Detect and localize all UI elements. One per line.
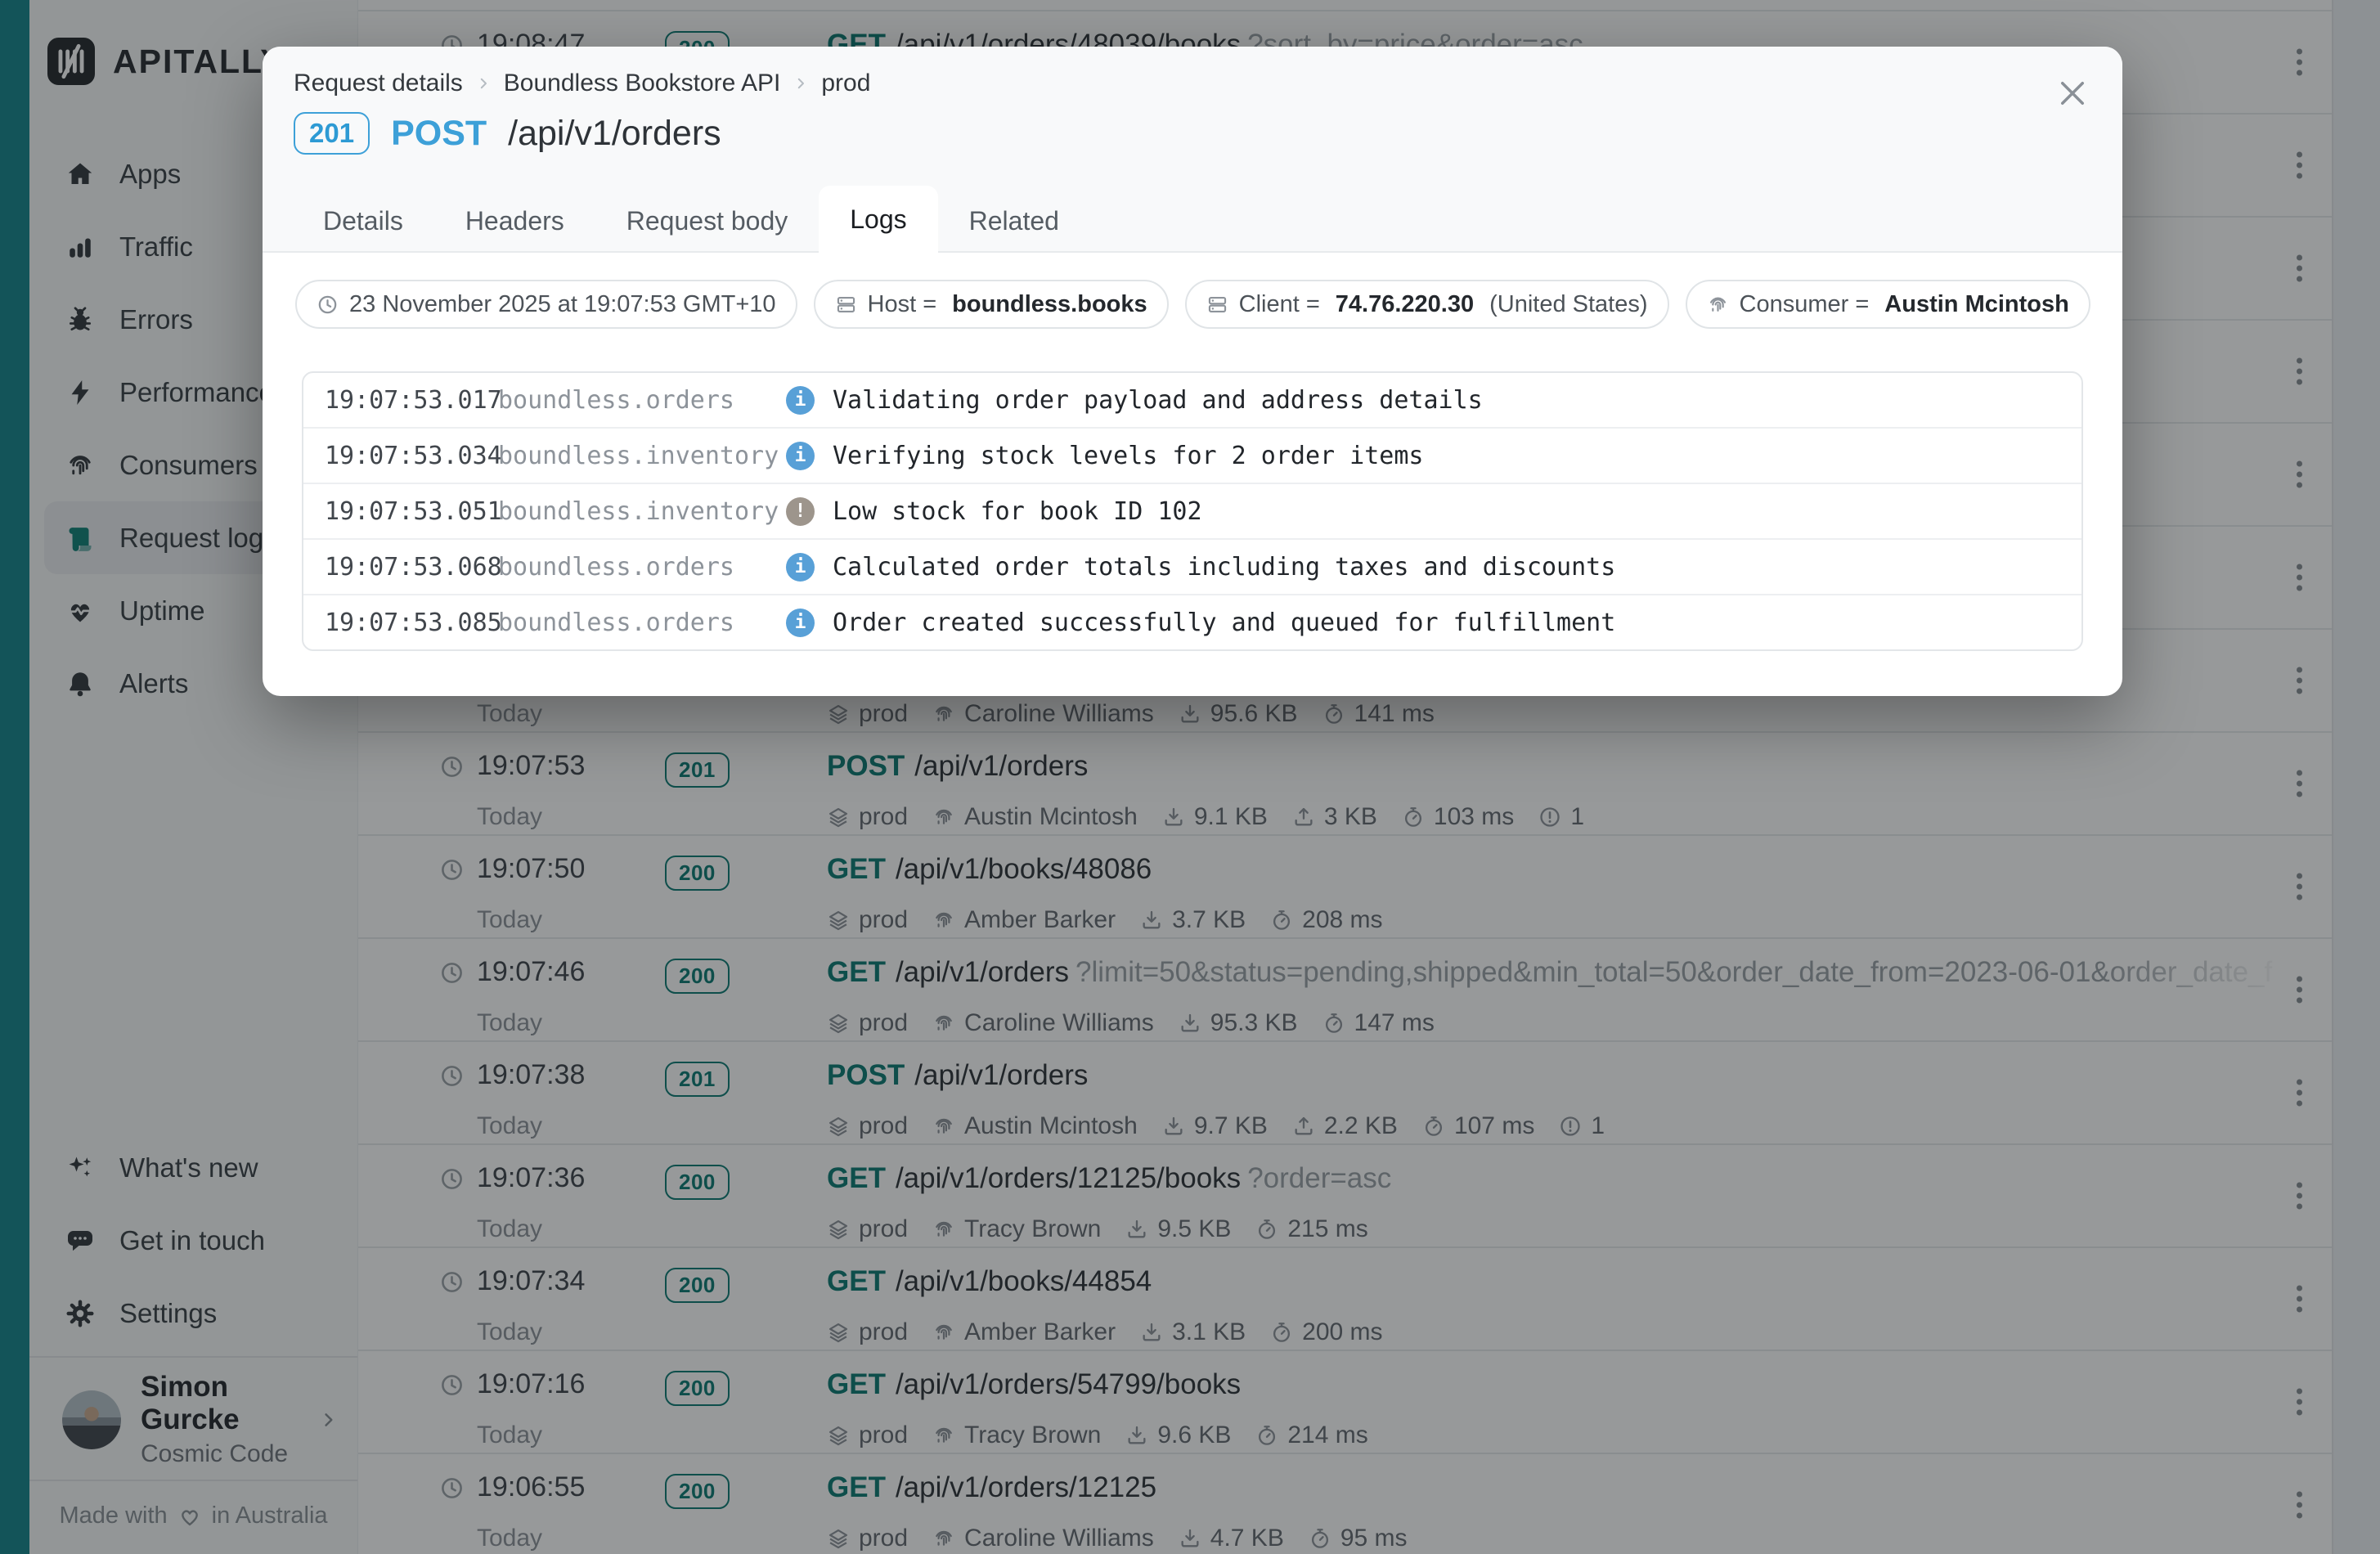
log-message: Low stock for book ID 102 <box>833 496 1202 526</box>
server-icon <box>1206 294 1228 316</box>
log-logger: boundless.inventory <box>498 496 779 526</box>
tab-details[interactable]: Details <box>292 189 434 253</box>
log-time: 19:07:53.017 <box>325 385 502 415</box>
chevron-right-icon <box>793 76 808 91</box>
host-chip[interactable]: Host = boundless.books <box>813 280 1169 329</box>
log-row: 19:07:53.085 boundless.orders Order crea… <box>303 594 2081 649</box>
clock-icon <box>317 294 339 316</box>
log-message: Calculated order totals including taxes … <box>833 552 1616 582</box>
breadcrumb-env[interactable]: prod <box>821 70 870 97</box>
http-method: POST <box>391 113 487 153</box>
log-list: 19:07:53.017 boundless.orders Validating… <box>302 371 2083 651</box>
log-level-icon <box>786 608 815 637</box>
log-logger: boundless.orders <box>498 385 734 415</box>
log-message: Validating order payload and address det… <box>833 385 1483 415</box>
log-message: Order created successfully and queued fo… <box>833 608 1616 637</box>
log-logger: boundless.orders <box>498 608 734 637</box>
modal-body: 23 November 2025 at 19:07:53 GMT+10 Host… <box>263 253 2122 696</box>
log-time: 19:07:53.034 <box>325 441 502 470</box>
breadcrumb-request-details[interactable]: Request details <box>294 70 463 97</box>
log-level-icon <box>786 496 815 526</box>
endpoint-path: /api/v1/orders <box>508 113 721 153</box>
log-level-icon <box>786 385 815 415</box>
server-icon <box>835 294 857 316</box>
status-badge: 201 <box>294 112 370 155</box>
log-time: 19:07:53.051 <box>325 496 502 526</box>
log-time: 19:07:53.068 <box>325 552 502 582</box>
log-message: Verifying stock levels for 2 order items <box>833 441 1424 470</box>
tab-headers[interactable]: Headers <box>434 189 595 253</box>
log-row: 19:07:53.017 boundless.orders Validating… <box>303 373 2081 427</box>
tab-logs[interactable]: Logs <box>819 186 938 253</box>
modal-tabs: Details Headers Request body Logs Relate… <box>292 186 1090 253</box>
modal-title: 201 POST /api/v1/orders <box>294 112 721 155</box>
client-chip[interactable]: Client = 74.76.220.30 (United States) <box>1184 280 1669 329</box>
breadcrumb-app[interactable]: Boundless Bookstore API <box>504 70 781 97</box>
tab-related[interactable]: Related <box>938 189 1090 253</box>
fingerprint-icon <box>1707 294 1729 316</box>
chevron-right-icon <box>476 76 491 91</box>
request-details-modal: Request details Boundless Bookstore API … <box>263 47 2122 696</box>
tab-request-body[interactable]: Request body <box>595 189 819 253</box>
log-logger: boundless.orders <box>498 552 734 582</box>
apitally-app: APITALLY Apps Traffic Errors Performance… <box>0 0 2380 1554</box>
log-row: 19:07:53.034 boundless.inventory Verifyi… <box>303 427 2081 483</box>
modal-header: Request details Boundless Bookstore API … <box>263 47 2122 253</box>
breadcrumb: Request details Boundless Bookstore API … <box>294 70 870 97</box>
log-logger: boundless.inventory <box>498 441 779 470</box>
request-meta-chips: 23 November 2025 at 19:07:53 GMT+10 Host… <box>295 280 2090 329</box>
log-row: 19:07:53.051 boundless.inventory Low sto… <box>303 483 2081 538</box>
log-level-icon <box>786 552 815 582</box>
consumer-chip[interactable]: Consumer = Austin Mcintosh <box>1685 280 2090 329</box>
timestamp-chip[interactable]: 23 November 2025 at 19:07:53 GMT+10 <box>295 280 797 329</box>
log-level-icon <box>786 441 815 470</box>
log-row: 19:07:53.068 boundless.orders Calculated… <box>303 538 2081 594</box>
log-time: 19:07:53.085 <box>325 608 502 637</box>
close-icon[interactable] <box>2055 76 2090 110</box>
